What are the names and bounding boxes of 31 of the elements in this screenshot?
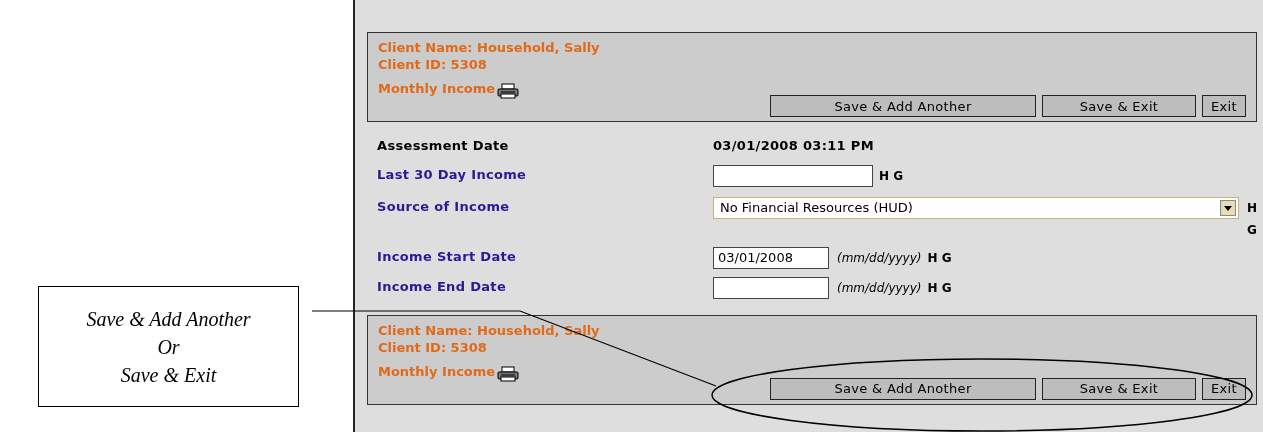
source-select[interactable]: No Financial Resources (HUD) bbox=[713, 196, 1239, 219]
printer-icon[interactable] bbox=[497, 365, 520, 382]
field-label: Last 30 Day Income bbox=[377, 165, 528, 184]
date-format-hint: (mm/dd/yyyy) bbox=[837, 279, 922, 297]
date-field[interactable]: 03/01/2008 bbox=[713, 246, 829, 269]
panel-button[interactable]: Save & Add Another bbox=[770, 95, 1036, 117]
field-tags: H G bbox=[927, 278, 952, 297]
panel-button[interactable]: Save & Exit bbox=[1042, 377, 1196, 400]
field-value: 03/01/2008 03:11 PM bbox=[713, 137, 874, 155]
panel-button[interactable]: Exit bbox=[1202, 377, 1246, 400]
page-title: Monthly Income bbox=[378, 80, 496, 98]
panel-button[interactable]: Save & Exit bbox=[1042, 95, 1196, 117]
client-id: Client ID: 5308 bbox=[378, 338, 488, 356]
field-tags: H G bbox=[927, 248, 952, 267]
callout-text: Save & Add Another Or Save & Exit bbox=[86, 306, 251, 388]
client-name: Client Name: Household, Sally bbox=[378, 39, 601, 56]
field-label: Income Start Date bbox=[377, 247, 518, 266]
panel-button[interactable]: Save & Add Another bbox=[770, 377, 1036, 400]
income-field[interactable] bbox=[713, 164, 873, 187]
field-label: Source of Income bbox=[377, 197, 511, 216]
client-name: Client Name: Household, Sally bbox=[378, 321, 601, 339]
panel-button[interactable]: Exit bbox=[1202, 95, 1246, 117]
field-label: Income End Date bbox=[377, 277, 508, 296]
printer-icon[interactable] bbox=[497, 83, 520, 99]
page-title: Monthly Income bbox=[378, 362, 496, 381]
date-field[interactable] bbox=[713, 276, 829, 299]
field-label: Assessment Date bbox=[377, 137, 510, 155]
client-id: Client ID: 5308 bbox=[378, 56, 488, 73]
field-tags: H G bbox=[1247, 196, 1257, 241]
field-tags: H G bbox=[879, 166, 904, 185]
date-format-hint: (mm/dd/yyyy) bbox=[837, 249, 922, 267]
